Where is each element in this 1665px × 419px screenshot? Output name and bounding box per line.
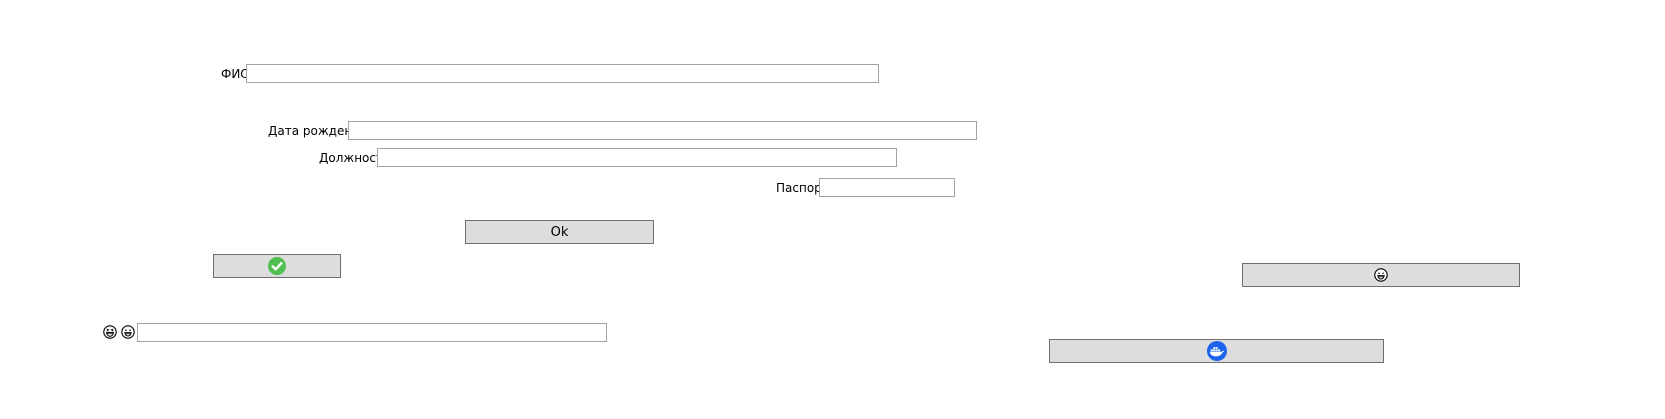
grinning-face-icon — [121, 325, 135, 339]
laughing-face-icon — [103, 325, 117, 339]
ok-button-label: Ok — [550, 224, 569, 240]
position-field[interactable] — [377, 148, 897, 167]
check-circle-icon — [268, 257, 286, 275]
ok-button[interactable]: Ok — [465, 220, 654, 244]
emoji-button[interactable] — [1242, 263, 1520, 287]
docker-button[interactable] — [1049, 339, 1384, 363]
confirm-button[interactable] — [213, 254, 341, 278]
grinning-face-icon — [1374, 268, 1388, 282]
emoji-text-field[interactable] — [137, 323, 607, 342]
birth-date-field[interactable] — [348, 121, 977, 140]
fio-field[interactable] — [246, 64, 879, 83]
docker-whale-icon — [1206, 341, 1227, 361]
passport-field[interactable] — [819, 178, 955, 197]
